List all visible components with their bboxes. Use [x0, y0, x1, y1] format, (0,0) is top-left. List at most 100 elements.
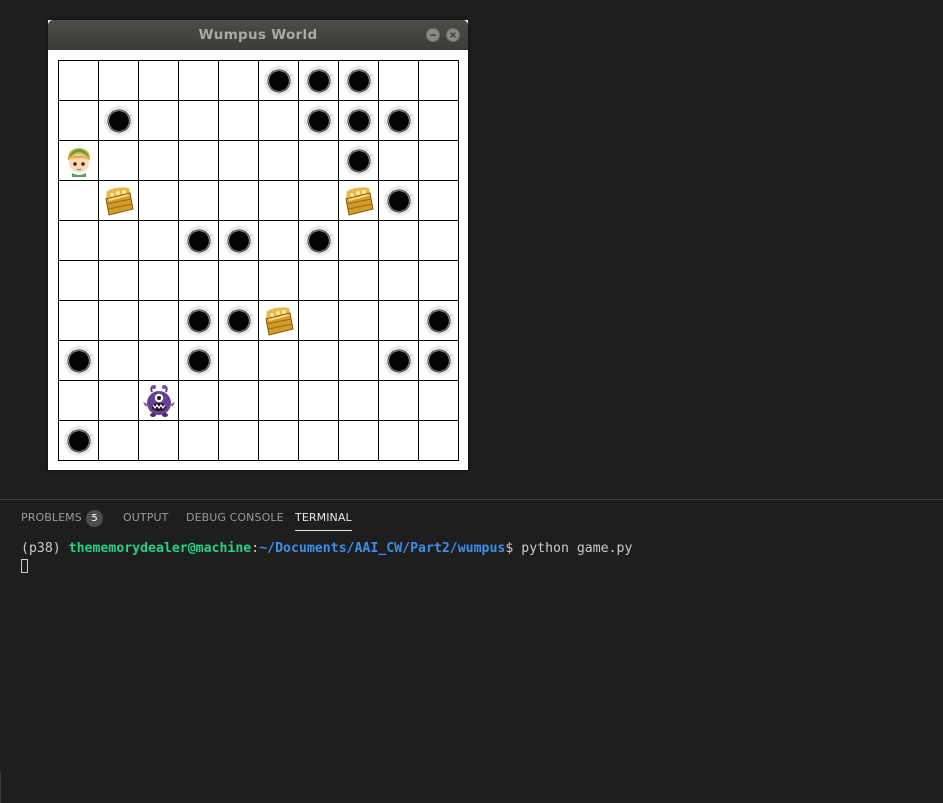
close-button[interactable] — [446, 28, 460, 42]
wumpus-world-window: Wumpus World — [48, 20, 468, 470]
board-cell — [59, 301, 99, 341]
board-cell — [259, 341, 299, 381]
board-cell — [99, 101, 139, 141]
board-cell — [59, 261, 99, 301]
board-cell — [339, 61, 379, 101]
board-cell — [379, 101, 419, 141]
board-cell — [259, 301, 299, 341]
board-cell — [339, 101, 379, 141]
board-cell — [139, 261, 179, 301]
board-cell — [219, 341, 259, 381]
terminal-prompt-symbol: $ — [505, 541, 522, 556]
treasure-chest-icon — [345, 187, 374, 216]
board-cell — [219, 381, 259, 421]
board-cell — [179, 101, 219, 141]
board-cell — [59, 181, 99, 221]
board-cell — [259, 421, 299, 461]
terminal-output[interactable]: (p38) thememorydealer@machine:~/Document… — [21, 540, 632, 578]
tab-terminal[interactable]: TERMINAL — [295, 511, 352, 531]
board-cell — [99, 381, 139, 421]
board-cell — [259, 181, 299, 221]
board-cell — [419, 381, 459, 421]
board-cell — [179, 341, 219, 381]
board-cell — [59, 141, 99, 181]
board-cell — [259, 101, 299, 141]
board-cell — [339, 141, 379, 181]
tab-debug-console[interactable]: DEBUG CONSOLE — [186, 511, 284, 524]
treasure-chest-icon — [105, 187, 134, 216]
board-cell — [99, 341, 139, 381]
terminal-env: (p38) — [21, 541, 69, 556]
board-cell — [219, 221, 259, 261]
pit-icon — [304, 66, 334, 96]
board-cell — [139, 221, 179, 261]
board-cell — [379, 61, 419, 101]
board-cell — [99, 181, 139, 221]
board-cell — [139, 61, 179, 101]
board-cell — [259, 221, 299, 261]
board-cell — [59, 61, 99, 101]
board-cell — [379, 221, 419, 261]
board-cell — [299, 101, 339, 141]
board-cell — [219, 141, 259, 181]
terminal-path: ~/Documents/AAI_CW/Part2/wumpus — [259, 541, 506, 556]
panel-tabs: PROBLEMS 5 OUTPUT DEBUG CONSOLE TERMINAL — [0, 500, 943, 534]
treasure-chest-icon — [265, 307, 294, 336]
board-cell — [59, 421, 99, 461]
board-cell — [419, 421, 459, 461]
board-cell — [99, 141, 139, 181]
board-cell — [379, 141, 419, 181]
agent-icon — [67, 148, 91, 177]
pit-icon — [384, 106, 414, 136]
board-cell — [139, 301, 179, 341]
pit-icon — [304, 106, 334, 136]
bottom-panel: PROBLEMS 5 OUTPUT DEBUG CONSOLE TERMINAL… — [0, 499, 943, 803]
board-cell — [419, 141, 459, 181]
board-cell — [259, 261, 299, 301]
desktop: Wumpus World PROBLEMS 5 OUTPUT DEBUG CON… — [0, 0, 943, 803]
wumpus-monster-icon — [143, 385, 175, 417]
board-cell — [179, 141, 219, 181]
board-cell — [379, 341, 419, 381]
board-cell — [299, 301, 339, 341]
pit-icon — [104, 106, 134, 136]
tab-problems[interactable]: PROBLEMS — [21, 511, 82, 524]
board-cell — [219, 301, 259, 341]
board-cell — [299, 181, 339, 221]
board-cell — [139, 141, 179, 181]
board-cell — [219, 61, 259, 101]
board-cell — [179, 261, 219, 301]
pit-icon — [184, 306, 214, 336]
window-title: Wumpus World — [198, 27, 318, 43]
board-cell — [59, 221, 99, 261]
board-cell — [379, 301, 419, 341]
board-cell — [139, 181, 179, 221]
board-cell — [139, 341, 179, 381]
board-cell — [299, 221, 339, 261]
board-cell — [179, 181, 219, 221]
terminal-cursor — [21, 559, 28, 573]
board-cell — [179, 301, 219, 341]
pit-icon — [184, 226, 214, 256]
board-cell — [299, 421, 339, 461]
window-titlebar[interactable]: Wumpus World — [48, 20, 468, 50]
board-cell — [339, 301, 379, 341]
pit-icon — [184, 346, 214, 376]
minimize-button[interactable] — [426, 28, 440, 42]
pit-icon — [384, 346, 414, 376]
pit-icon — [304, 226, 334, 256]
board-cell — [339, 341, 379, 381]
board-cell — [219, 101, 259, 141]
pit-icon — [64, 426, 94, 456]
board-cell — [419, 301, 459, 341]
terminal-command: python game.py — [521, 541, 633, 556]
game-board — [58, 60, 459, 461]
pit-icon — [64, 346, 94, 376]
board-cell — [139, 101, 179, 141]
board-cell — [419, 221, 459, 261]
tab-output[interactable]: OUTPUT — [123, 511, 168, 524]
pit-icon — [224, 226, 254, 256]
board-cell — [99, 301, 139, 341]
problems-count-badge: 5 — [86, 510, 103, 527]
board-cell — [339, 381, 379, 421]
